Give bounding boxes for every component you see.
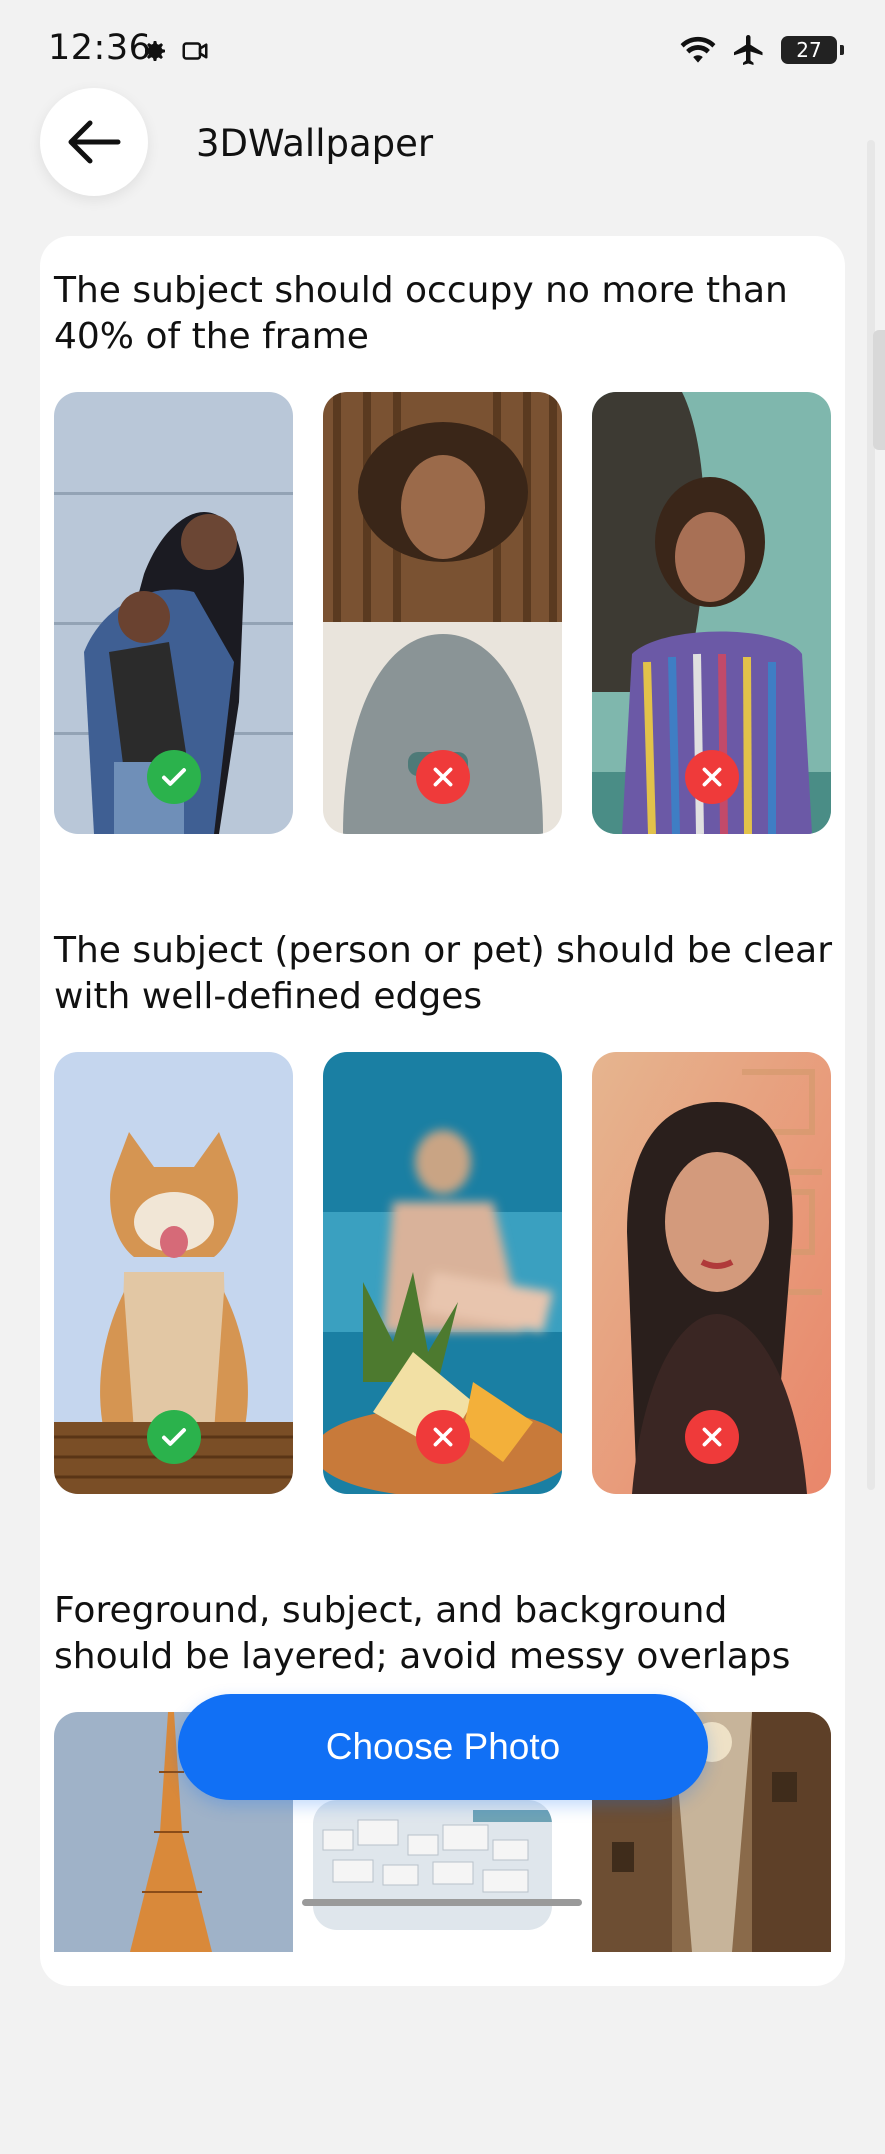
airplane-icon — [734, 35, 763, 65]
status-icons: 27 — [679, 28, 844, 72]
example-photo-bad — [592, 392, 831, 834]
approved-badge — [146, 1410, 201, 1464]
choose-photo-button[interactable]: Choose Photo — [178, 1694, 708, 1800]
rejected-badge — [415, 1410, 470, 1464]
page-title: 3DWallpaper — [196, 122, 434, 165]
close-icon — [433, 767, 452, 787]
status-bar: 12:36 27 — [0, 0, 885, 100]
example-photo-bad — [323, 1052, 562, 1494]
wifi-icon — [680, 36, 716, 63]
back-button[interactable] — [40, 88, 148, 196]
video-camera-icon — [182, 42, 208, 60]
status-time: 12:36 — [48, 28, 152, 68]
hillside-town-photo — [313, 1800, 552, 1930]
close-icon — [702, 767, 721, 787]
example-photo-good — [54, 1052, 293, 1494]
example-photo-good — [54, 392, 293, 834]
example-photo-bad — [592, 1052, 831, 1494]
rejected-badge — [684, 1410, 739, 1464]
rejected-badge — [415, 750, 470, 804]
arrow-left-icon — [68, 120, 121, 164]
check-icon — [161, 768, 186, 786]
battery-icon: 27 — [781, 36, 844, 64]
rejected-badge — [684, 750, 739, 804]
battery-level: 27 — [796, 38, 822, 62]
example-photo — [313, 1800, 552, 1930]
section-heading: Foreground, subject, and background shou… — [54, 1590, 791, 1677]
edge-handle[interactable] — [873, 330, 885, 450]
close-icon — [702, 1427, 721, 1447]
approved-badge — [146, 750, 201, 804]
close-icon — [433, 1427, 452, 1447]
example-photo-bad — [323, 392, 562, 834]
section-heading: The subject should occupy no more than 4… — [54, 270, 788, 357]
home-indicator[interactable] — [302, 1899, 582, 1906]
section-heading: The subject (person or pet) should be cl… — [54, 930, 833, 1017]
check-icon — [161, 1428, 186, 1446]
gear-icon — [145, 41, 165, 61]
